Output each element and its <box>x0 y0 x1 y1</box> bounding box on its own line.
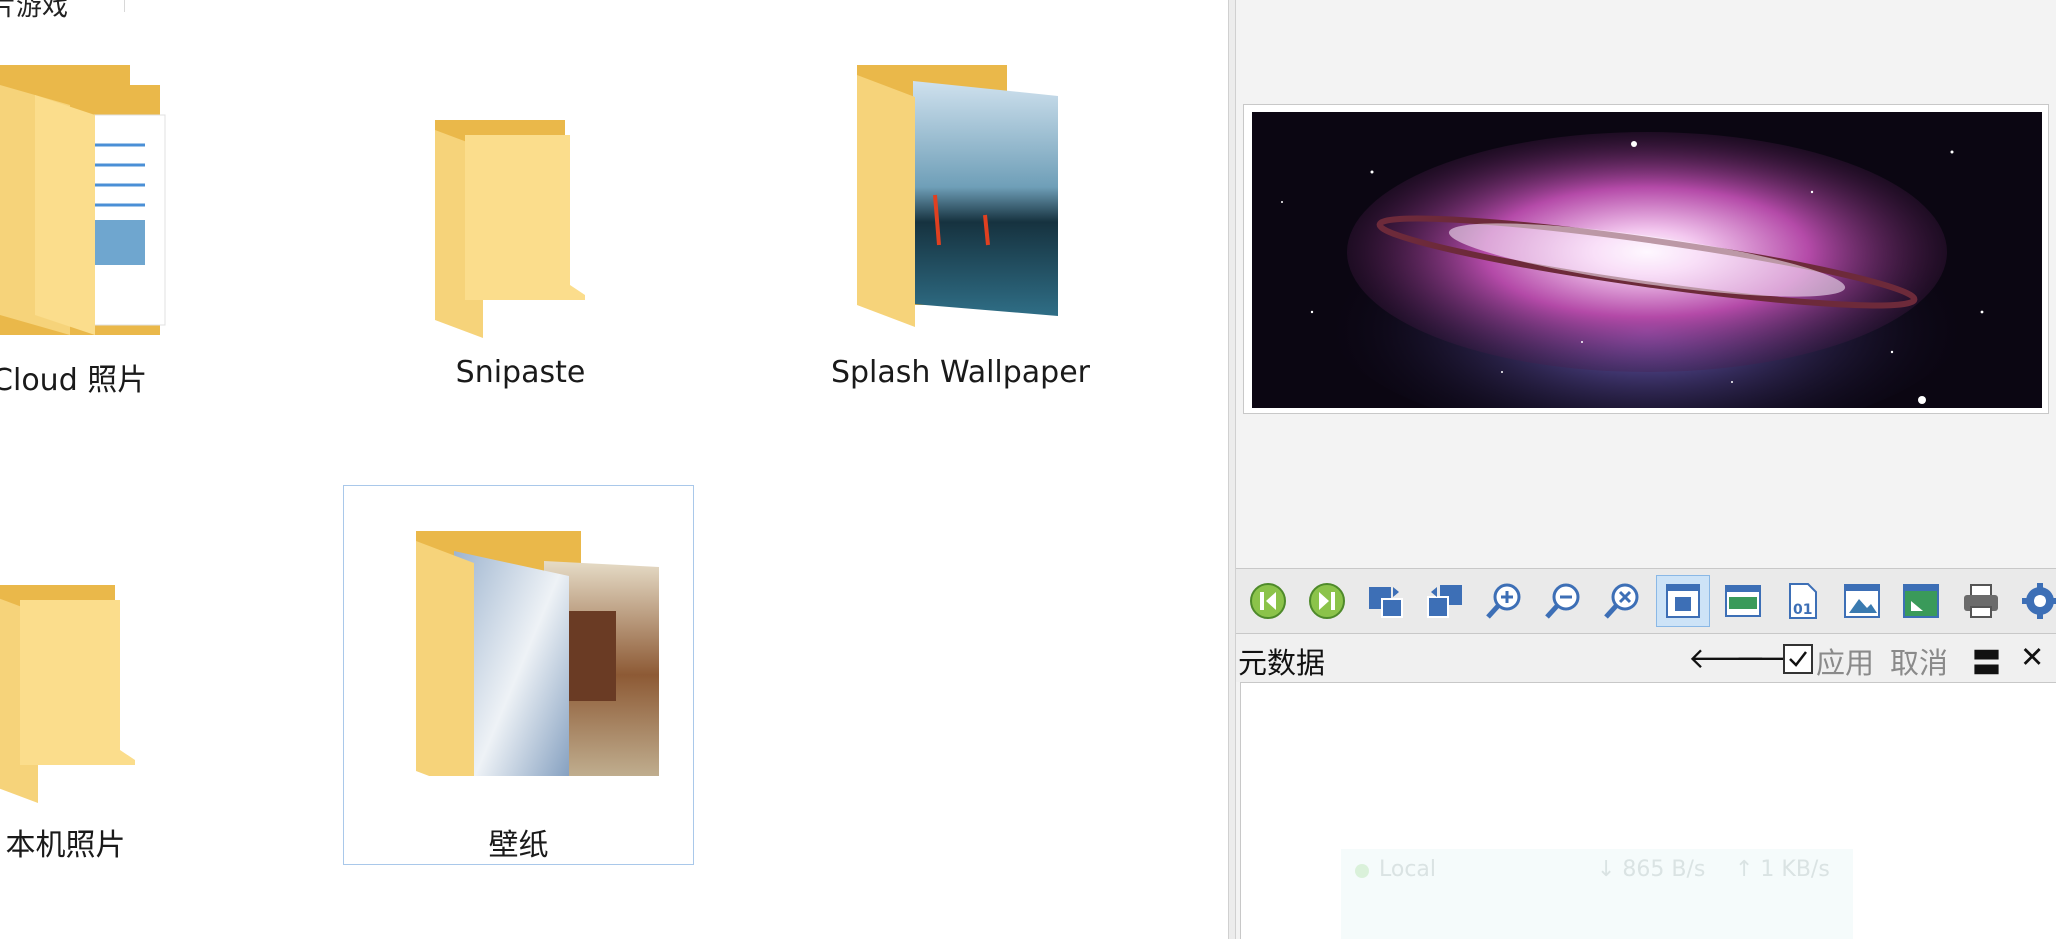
download-rate: ↓ 865 B/s <box>1597 857 1706 882</box>
fit-window-button[interactable] <box>1656 575 1710 627</box>
folder-local-photos[interactable]: 本机照片 <box>0 520 241 900</box>
pane-splitter[interactable] <box>1228 0 1236 939</box>
folder-label: Snipaste <box>455 355 586 390</box>
network-monitor-widget: Local ↓ 865 B/s ↑ 1 KB/s <box>1341 849 1853 939</box>
folder-with-documents-icon <box>0 65 166 335</box>
folder-snipaste[interactable]: Snipaste <box>345 55 696 435</box>
zoom-in-button[interactable] <box>1477 575 1531 627</box>
galaxy-image-preview <box>1252 112 2042 408</box>
previous-button[interactable] <box>1241 575 1295 627</box>
zoom-out-icon <box>1545 583 1580 619</box>
print-button[interactable] <box>1954 575 2008 627</box>
metadata-content: Local ↓ 865 B/s ↑ 1 KB/s <box>1240 682 2056 939</box>
fullscreen-icon <box>1903 584 1939 618</box>
upload-rate: ↑ 1 KB/s <box>1735 857 1830 882</box>
image-viewer-pane: 01 元数据 🡐 🡒 应用 取消 〓 ✕ Local ↓ 865 B/s ↑ 1… <box>1236 0 2056 939</box>
fit-width-icon <box>1725 585 1761 617</box>
fit-width-button[interactable] <box>1716 575 1770 627</box>
settings-icon <box>2022 583 2056 619</box>
stretch-button[interactable] <box>1835 575 1889 627</box>
apply-checkbox[interactable] <box>1783 644 1813 674</box>
rotate-right-icon <box>1427 585 1462 618</box>
explorer-pane: 片游戏 iCloud 照片 Snipaste Splash Wallpaper … <box>0 0 1228 939</box>
widget-name: Local <box>1379 857 1437 882</box>
next-button[interactable] <box>1300 575 1354 627</box>
stretch-icon <box>1844 584 1880 618</box>
print-icon <box>1964 584 1998 618</box>
actual-size-button[interactable]: 01 <box>1775 575 1829 627</box>
folder-icloud-photos[interactable]: iCloud 照片 <box>0 55 241 435</box>
viewer-toolbar: 01 <box>1236 568 2056 634</box>
fit-window-icon <box>1666 584 1700 618</box>
apply-label[interactable]: 应用 <box>1816 640 1874 682</box>
image-preview <box>1243 104 2049 414</box>
metadata-header: 元数据 🡐 🡒 应用 取消 〓 ✕ <box>1236 634 2056 682</box>
actual-size-icon: 01 <box>1789 583 1817 619</box>
folder-splash-wallpaper[interactable]: Splash Wallpaper <box>785 55 1136 435</box>
zoom-reset-icon <box>1604 583 1639 619</box>
folder-wallpaper[interactable]: 壁纸 <box>343 485 694 865</box>
checkmark-icon <box>1789 651 1807 667</box>
settings-button[interactable] <box>2013 575 2056 627</box>
zoom-in-icon <box>1486 583 1521 619</box>
rotate-left-icon <box>1369 587 1403 618</box>
folder-with-image-icon <box>857 65 1058 327</box>
folder-icon <box>435 120 585 338</box>
zoom-out-button[interactable] <box>1536 575 1590 627</box>
folder-label: 本机照片 <box>5 828 126 863</box>
top-label-fragment: 片游戏 <box>0 0 69 22</box>
fullscreen-button[interactable] <box>1894 575 1948 627</box>
zoom-reset-button[interactable] <box>1595 575 1649 627</box>
folder-with-images-icon <box>416 531 659 776</box>
close-icon[interactable]: ✕ <box>2020 640 2044 674</box>
metadata-title: 元数据 <box>1238 646 1326 680</box>
rotate-left-button[interactable] <box>1359 575 1413 627</box>
next-icon <box>1309 583 1345 619</box>
column-divider <box>124 0 125 12</box>
rotate-right-button[interactable] <box>1418 575 1472 627</box>
cancel-button[interactable]: 取消 <box>1890 640 1948 682</box>
metadata-menu-button[interactable]: 〓 <box>1972 640 2001 682</box>
folder-label: iCloud 照片 <box>0 363 148 398</box>
folder-label: Splash Wallpaper <box>830 355 1091 390</box>
status-dot-icon <box>1355 864 1369 878</box>
previous-icon <box>1250 583 1286 619</box>
folder-icon <box>0 585 135 803</box>
folder-label: 壁纸 <box>488 828 549 863</box>
svg-text:01: 01 <box>1793 602 1812 618</box>
